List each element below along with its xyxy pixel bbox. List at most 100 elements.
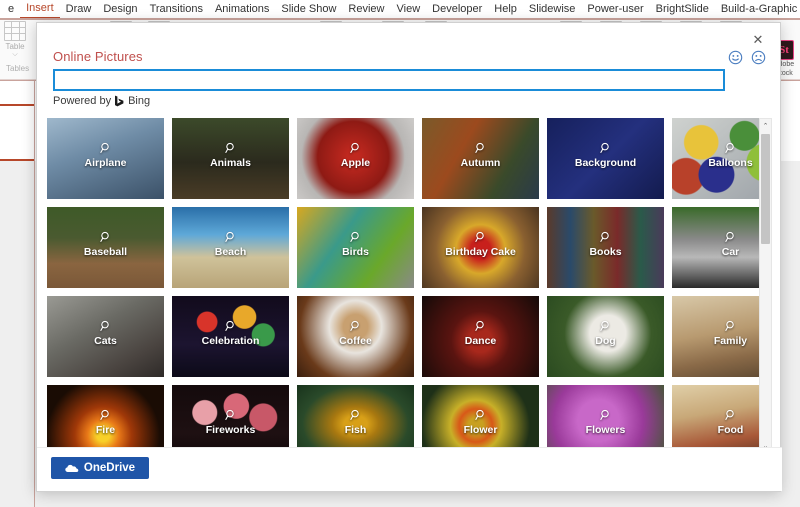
ribbon-tab-transitions[interactable]: Transitions bbox=[144, 0, 209, 18]
image-category-tile[interactable]: Apple bbox=[297, 118, 414, 199]
ribbon-tab-draw[interactable]: Draw bbox=[60, 0, 98, 18]
onedrive-button[interactable]: OneDrive bbox=[51, 457, 149, 479]
tile-label: Books bbox=[589, 245, 622, 258]
cloud-icon bbox=[65, 464, 79, 473]
tile-label: Apple bbox=[340, 156, 371, 169]
scrollbar-thumb[interactable] bbox=[761, 134, 770, 244]
tile-label: Autumn bbox=[460, 156, 501, 169]
tile-label: Fireworks bbox=[205, 423, 256, 436]
slide-thumbnail-panel[interactable] bbox=[0, 104, 34, 161]
tile-label: Family bbox=[713, 334, 748, 347]
powered-by-bing: Powered by Bing bbox=[53, 95, 150, 107]
tile-label: Dog bbox=[595, 334, 616, 347]
search-magnifier-icon bbox=[224, 409, 237, 421]
ribbon-tab-review[interactable]: Review bbox=[342, 0, 390, 18]
tile-label: Cats bbox=[94, 334, 117, 347]
image-category-tile[interactable]: Birthday Cake bbox=[422, 207, 539, 288]
onedrive-label: OneDrive bbox=[83, 462, 136, 474]
feedback-buttons bbox=[728, 50, 766, 65]
ribbon-tab-power-user[interactable]: Power-user bbox=[581, 0, 649, 18]
image-category-tile[interactable]: Family bbox=[672, 296, 772, 377]
search-magnifier-icon bbox=[474, 320, 487, 332]
image-category-tile[interactable]: Dance bbox=[422, 296, 539, 377]
tile-label: Background bbox=[574, 156, 637, 169]
ribbon-tab-e[interactable]: e bbox=[2, 0, 20, 18]
image-category-tile[interactable]: Flower bbox=[422, 385, 539, 453]
ribbon-tab-view[interactable]: View bbox=[391, 0, 427, 18]
image-category-tile[interactable]: Books bbox=[547, 207, 664, 288]
ribbon-tab-build-a-graphic[interactable]: Build-a-Graphic bbox=[715, 0, 800, 18]
image-category-tile[interactable]: Coffee bbox=[297, 296, 414, 377]
ribbon-tab-slide-show[interactable]: Slide Show bbox=[275, 0, 342, 18]
image-category-tile[interactable]: Food bbox=[672, 385, 772, 453]
search-magnifier-icon bbox=[724, 142, 737, 154]
image-category-tile[interactable]: Fireworks bbox=[172, 385, 289, 453]
tile-label: Car bbox=[721, 245, 740, 258]
image-category-tile[interactable]: Fire bbox=[47, 385, 164, 453]
tile-label: Balloons bbox=[708, 156, 753, 169]
dialog-footer: OneDrive bbox=[37, 447, 782, 491]
tile-label: Baseball bbox=[83, 245, 128, 258]
scroll-up-arrow-icon[interactable]: ⌃ bbox=[760, 119, 771, 132]
search-magnifier-icon bbox=[599, 409, 612, 421]
image-category-tile[interactable]: Flowers bbox=[547, 385, 664, 453]
table-icon bbox=[4, 21, 26, 41]
image-category-tile[interactable]: Autumn bbox=[422, 118, 539, 199]
smiley-sad-icon[interactable] bbox=[751, 50, 766, 65]
search-magnifier-icon bbox=[224, 142, 237, 154]
image-category-tile[interactable]: Balloons bbox=[672, 118, 772, 199]
ribbon-tab-slidewise[interactable]: Slidewise bbox=[523, 0, 581, 18]
search-magnifier-icon bbox=[724, 231, 737, 243]
close-icon[interactable]: ✕ bbox=[748, 31, 768, 49]
search-magnifier-icon bbox=[349, 142, 362, 154]
search-input[interactable] bbox=[53, 69, 725, 91]
ribbon-tab-developer[interactable]: Developer bbox=[426, 0, 488, 18]
search-magnifier-icon bbox=[474, 409, 487, 421]
image-category-tile[interactable]: Birds bbox=[297, 207, 414, 288]
grid-scrollbar[interactable]: ⌃ ⌄ bbox=[759, 118, 772, 453]
tile-label: Fish bbox=[344, 423, 367, 436]
image-category-tile[interactable]: Beach bbox=[172, 207, 289, 288]
ribbon-tab-animations[interactable]: Animations bbox=[209, 0, 275, 18]
ribbon-group-name-tables: Tables bbox=[6, 64, 30, 73]
search-magnifier-icon bbox=[724, 409, 737, 421]
image-category-tile[interactable]: Celebration bbox=[172, 296, 289, 377]
ribbon-tab-brightslide[interactable]: BrightSlide bbox=[650, 0, 715, 18]
image-category-tile[interactable]: Baseball bbox=[47, 207, 164, 288]
tile-label: Airplane bbox=[84, 156, 127, 169]
image-category-tile[interactable]: Animals bbox=[172, 118, 289, 199]
search-magnifier-icon bbox=[599, 320, 612, 332]
search-magnifier-icon bbox=[99, 320, 112, 332]
dialog-title: Online Pictures bbox=[53, 49, 143, 64]
tile-label: Coffee bbox=[339, 334, 372, 347]
image-category-tile[interactable]: Fish bbox=[297, 385, 414, 453]
search-magnifier-icon bbox=[349, 231, 362, 243]
search-field-wrapper bbox=[53, 69, 725, 91]
tile-label: Birthday Cake bbox=[445, 245, 516, 258]
tile-label: Birds bbox=[342, 245, 369, 258]
search-magnifier-icon bbox=[724, 320, 737, 332]
ribbon-tab-help[interactable]: Help bbox=[488, 0, 523, 18]
search-magnifier-icon bbox=[224, 231, 237, 243]
image-category-tile[interactable]: Airplane bbox=[47, 118, 164, 199]
image-category-grid: Airplane Animals Apple Autumn Background Ball… bbox=[47, 118, 772, 453]
search-magnifier-icon bbox=[99, 409, 112, 421]
chevron-down-icon[interactable]: ⌵ bbox=[4, 51, 26, 58]
image-category-tile[interactable]: Cats bbox=[47, 296, 164, 377]
ribbon-tab-insert[interactable]: Insert bbox=[20, 0, 60, 19]
smiley-happy-icon[interactable] bbox=[728, 50, 743, 65]
search-magnifier-icon bbox=[349, 320, 362, 332]
search-magnifier-icon bbox=[599, 231, 612, 243]
image-category-tile[interactable]: Car bbox=[672, 207, 772, 288]
search-magnifier-icon bbox=[349, 409, 362, 421]
ribbon-tab-design[interactable]: Design bbox=[97, 0, 143, 18]
ribbon-group-table[interactable]: Table ⌵ bbox=[4, 21, 26, 58]
tile-label: Fire bbox=[95, 423, 116, 436]
tile-label: Animals bbox=[210, 156, 251, 169]
search-magnifier-icon bbox=[99, 142, 112, 154]
image-category-tile[interactable]: Dog bbox=[547, 296, 664, 377]
image-category-tile[interactable]: Background bbox=[547, 118, 664, 199]
panel-divider bbox=[34, 80, 35, 507]
search-magnifier-icon bbox=[474, 231, 487, 243]
tile-label: Beach bbox=[214, 245, 247, 258]
